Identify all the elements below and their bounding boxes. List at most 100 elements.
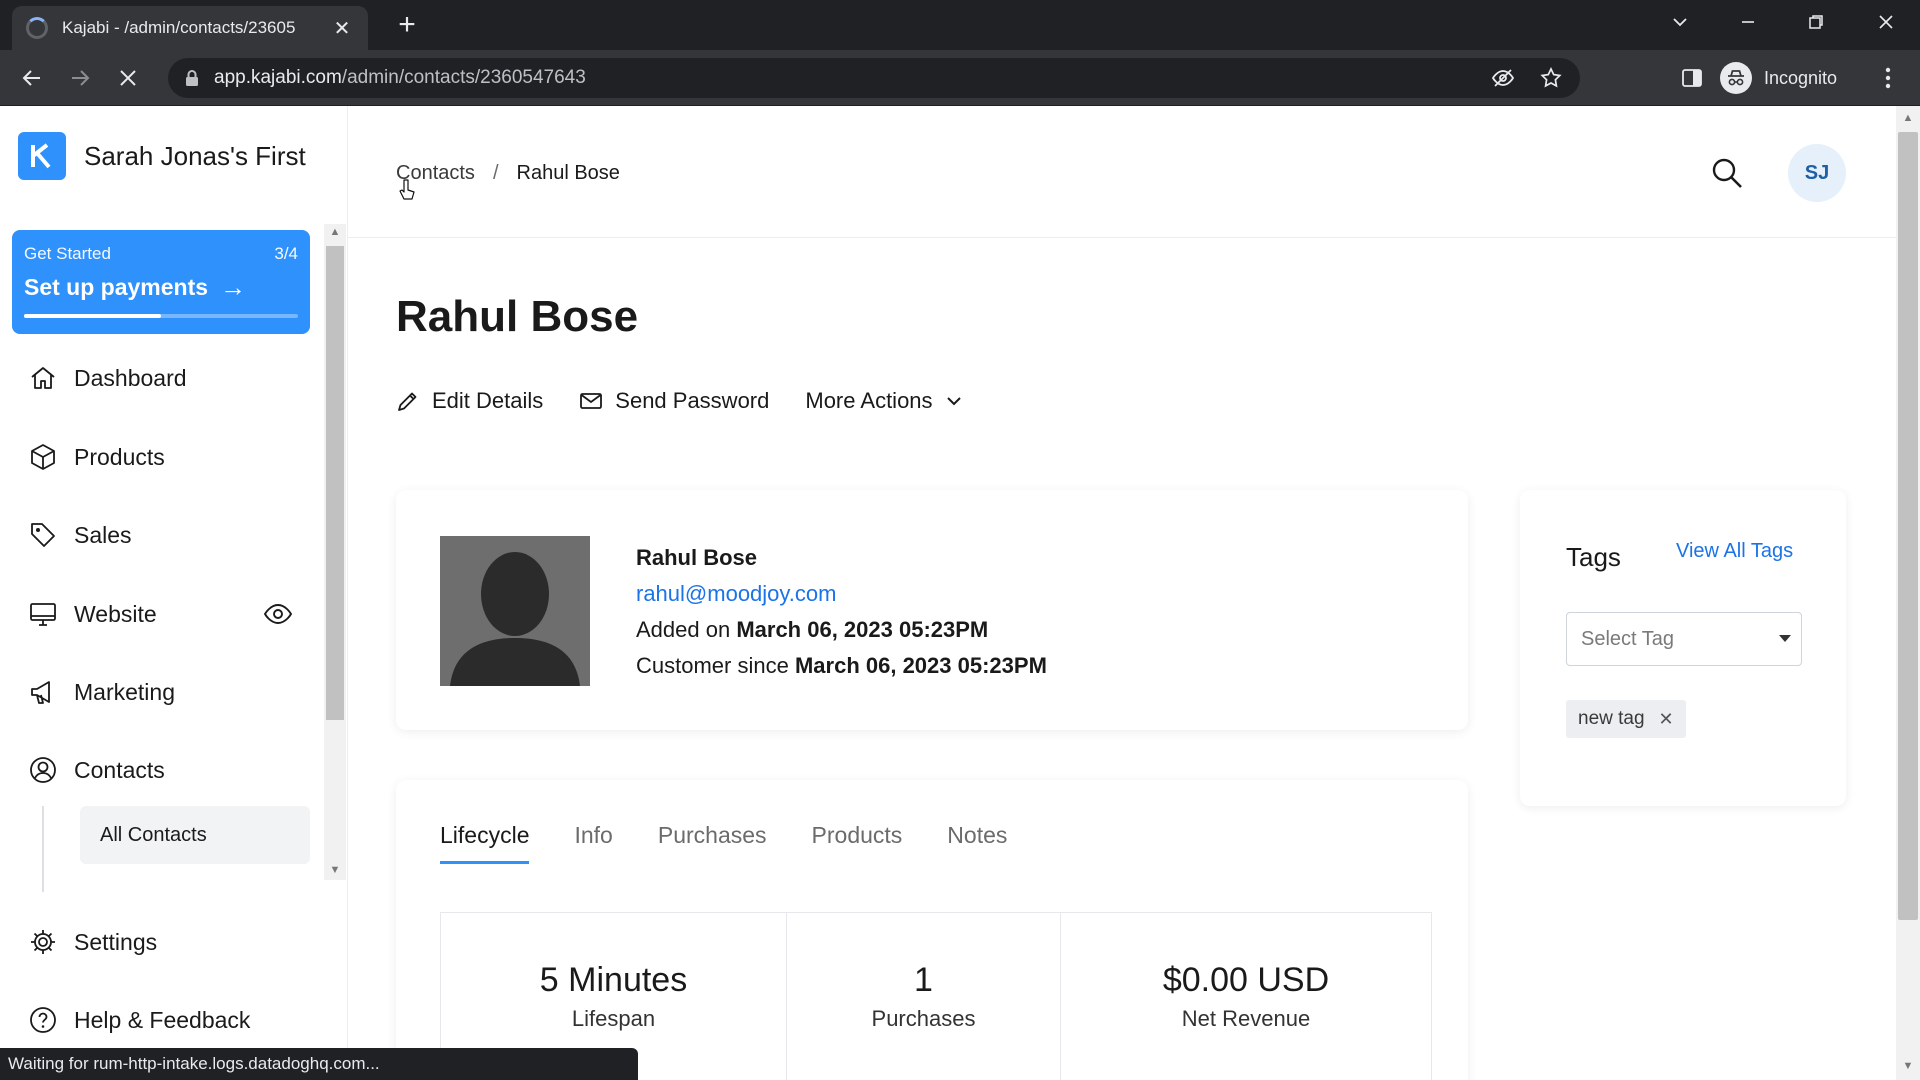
kajabi-logo-icon <box>18 132 66 180</box>
tag-chip-label: new tag <box>1578 708 1645 729</box>
contact-profile-card: Rahul Bose rahul@moodjoy.com Added on Ma… <box>396 490 1468 730</box>
more-actions-dropdown[interactable]: More Actions <box>805 388 962 414</box>
sidebar-item-contacts[interactable]: Contacts <box>28 750 165 790</box>
restore-window-button[interactable] <box>1788 0 1844 44</box>
stat-purchases: 1 Purchases <box>787 913 1061 1080</box>
stop-loading-button[interactable] <box>110 60 146 96</box>
pencil-icon <box>398 392 417 411</box>
get-started-progress-fill <box>24 314 161 318</box>
sidebar-item-products[interactable]: Products <box>28 437 165 477</box>
page-scroll-down-arrow-icon[interactable]: ▼ <box>1900 1060 1916 1072</box>
contact-name: Rahul Bose <box>636 545 758 570</box>
get-started-progress-bar <box>24 314 298 318</box>
page-scrollbar-thumb[interactable] <box>1898 132 1918 920</box>
get-started-card[interactable]: Get Started 3/4 Set up payments → <box>12 230 310 334</box>
page-title: Rahul Bose <box>396 292 639 341</box>
eye-icon[interactable] <box>262 598 294 630</box>
mouse-cursor-icon <box>399 179 415 200</box>
browser-tab-bar: Kajabi - /admin/contacts/23605 ✕ + <box>0 0 1920 50</box>
get-started-progress-text: 3/4 <box>274 244 298 263</box>
tab-close-button[interactable]: ✕ <box>330 16 354 41</box>
tab-products[interactable]: Products <box>812 822 903 864</box>
tab-info[interactable]: Info <box>574 822 612 864</box>
scroll-down-arrow-icon[interactable]: ▼ <box>327 864 343 880</box>
submenu-rail <box>42 806 44 892</box>
envelope-icon <box>580 393 603 409</box>
address-bar[interactable]: app.kajabi.com/admin/contacts/2360547643 <box>168 58 1580 98</box>
sidebar-item-label: Products <box>74 443 165 470</box>
sidebar-subitem-all-contacts[interactable]: All Contacts <box>80 806 310 864</box>
stat-label: Purchases <box>871 1006 976 1031</box>
tab-title: Kajabi - /admin/contacts/23605 <box>62 18 296 37</box>
top-bar: Contacts / Rahul Bose SJ <box>348 106 1896 238</box>
sidebar-item-label: Settings <box>74 928 158 955</box>
side-panel-icon[interactable] <box>1676 62 1708 94</box>
stop-icon <box>120 70 136 86</box>
tracking-protection-eye-off-icon[interactable] <box>1488 63 1518 93</box>
contact-added-on: Added on March 06, 2023 05:23PM <box>636 617 989 642</box>
sidebar-item-settings[interactable]: Settings <box>28 922 157 962</box>
incognito-profile-button[interactable]: Incognito <box>1720 60 1837 96</box>
sidebar-item-sales[interactable]: Sales <box>28 515 132 555</box>
tab-search-chevron-icon[interactable] <box>1652 0 1708 44</box>
breadcrumb-current: Rahul Bose <box>516 162 620 184</box>
incognito-icon <box>1720 62 1752 94</box>
home-icon <box>31 367 55 389</box>
contact-avatar-placeholder <box>440 536 590 686</box>
monitor-icon <box>30 603 56 626</box>
contact-customer-since: Customer since March 06, 2023 05:23PM <box>636 653 1047 678</box>
tags-card: Tags View All Tags Select Tag new tag ✕ <box>1520 490 1846 806</box>
page-viewport: Sarah Jonas's First Get Started 3/4 Set … <box>0 106 1920 1080</box>
brand[interactable]: Sarah Jonas's First <box>18 132 306 180</box>
select-tag-dropdown[interactable]: Select Tag <box>1566 612 1802 666</box>
sidebar-item-dashboard[interactable]: Dashboard <box>28 358 187 398</box>
tab-purchases[interactable]: Purchases <box>658 822 767 864</box>
sidebar-item-label: Help & Feedback <box>74 1006 251 1033</box>
get-started-label: Get Started <box>24 244 111 263</box>
sidebar-item-label: Contacts <box>74 756 165 783</box>
sidebar-item-help-feedback[interactable]: Help & Feedback <box>28 1000 250 1040</box>
view-all-tags-link[interactable]: View All Tags <box>1676 540 1793 563</box>
remove-tag-close-icon[interactable]: ✕ <box>1659 709 1674 730</box>
contact-tabs: Lifecycle Info Purchases Products Notes <box>440 822 1052 864</box>
edit-details-button[interactable]: Edit Details <box>396 388 543 414</box>
browser-tab[interactable]: Kajabi - /admin/contacts/23605 ✕ <box>12 6 368 50</box>
scroll-up-arrow-icon[interactable]: ▲ <box>327 226 343 242</box>
user-circle-icon <box>30 757 56 783</box>
stat-value: 1 <box>914 961 933 999</box>
caret-down-icon <box>1779 635 1791 642</box>
bookmark-star-icon[interactable] <box>1536 63 1566 93</box>
send-password-button[interactable]: Send Password <box>579 388 769 414</box>
sidebar: Sarah Jonas's First Get Started 3/4 Set … <box>0 106 348 1080</box>
tab-notes[interactable]: Notes <box>947 822 1007 864</box>
browser-status-bar: Waiting for rum-http-intake.logs.datadog… <box>0 1048 638 1080</box>
browser-menu-kebab-icon[interactable] <box>1872 62 1904 94</box>
user-avatar[interactable]: SJ <box>1788 144 1846 202</box>
stat-label: Net Revenue <box>1181 1006 1311 1031</box>
new-tab-button[interactable]: + <box>390 8 424 42</box>
browser-toolbar: app.kajabi.com/admin/contacts/2360547643… <box>0 50 1920 106</box>
site-name: Sarah Jonas's First <box>84 140 306 171</box>
sidebar-item-label: Dashboard <box>74 364 187 391</box>
contact-email-link[interactable]: rahul@moodjoy.com <box>636 576 1047 612</box>
page-scroll-up-arrow-icon[interactable]: ▲ <box>1900 112 1916 124</box>
chevron-down-icon <box>946 397 961 406</box>
sidebar-item-website[interactable]: Website <box>28 594 157 634</box>
arrow-right-icon: → <box>220 272 247 302</box>
forward-button[interactable] <box>62 60 98 96</box>
contact-info: Rahul Bose rahul@moodjoy.com Added on Ma… <box>636 540 1047 684</box>
close-window-button[interactable] <box>1858 0 1914 44</box>
tab-lifecycle[interactable]: Lifecycle <box>440 822 530 864</box>
sidebar-scrollbar-thumb[interactable] <box>326 246 344 720</box>
search-icon[interactable] <box>1710 156 1744 190</box>
gear-icon <box>31 930 55 954</box>
sidebar-item-label: Sales <box>74 521 132 548</box>
box-icon <box>31 444 55 470</box>
stat-value: 5 Minutes <box>539 961 688 999</box>
select-tag-placeholder: Select Tag <box>1581 627 1675 650</box>
back-button[interactable] <box>14 60 50 96</box>
minimize-window-button[interactable] <box>1720 0 1776 44</box>
back-arrow-icon <box>22 70 40 86</box>
sidebar-item-marketing[interactable]: Marketing <box>28 672 175 712</box>
lock-icon <box>186 70 198 86</box>
